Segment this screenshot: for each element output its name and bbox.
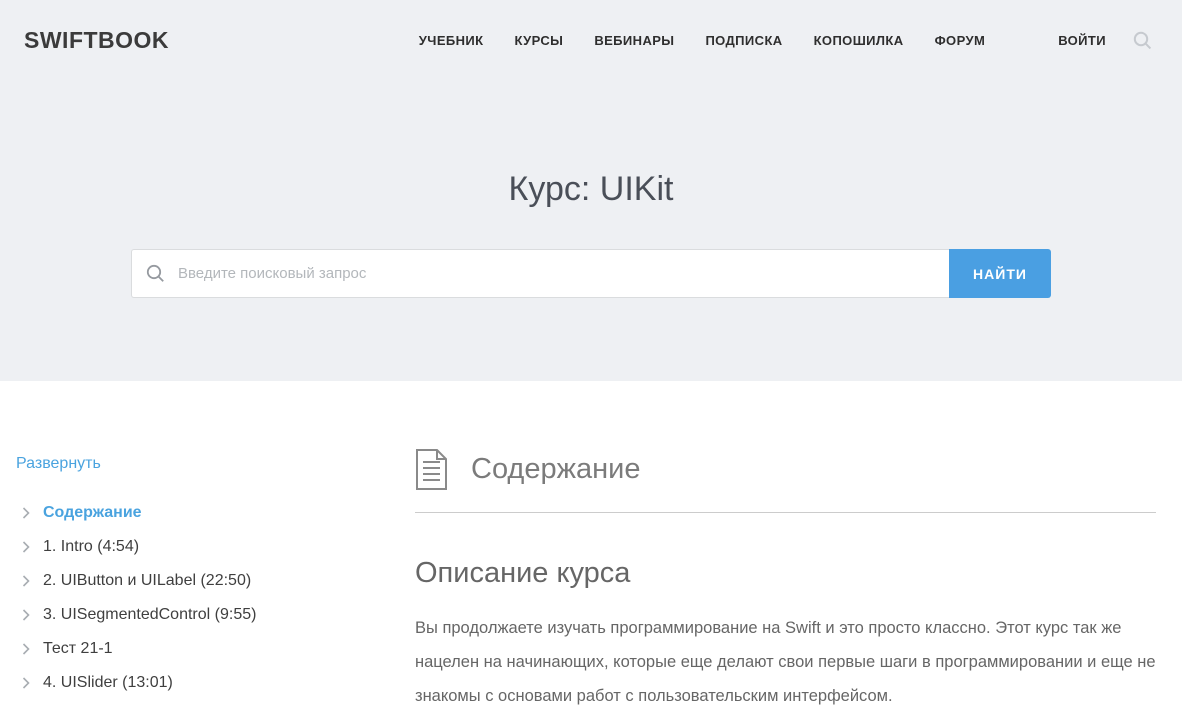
header-search-icon[interactable] <box>1133 31 1152 50</box>
toc-item-test-21-1[interactable]: Тест 21-1 <box>22 640 395 657</box>
chevron-right-icon <box>22 575 30 587</box>
content: Развернуть Содержание 1. Intro (4:54) 2.… <box>0 381 1182 713</box>
header: SWIFTBOOK УЧЕБНИК КУРСЫ ВЕБИНАРЫ ПОДПИСК… <box>0 0 1182 80</box>
chevron-right-icon <box>22 677 30 689</box>
toc-item-label: Содержание <box>43 504 142 522</box>
nav-item-uchebnik[interactable]: УЧЕБНИК <box>419 33 484 48</box>
chevron-right-icon <box>22 541 30 553</box>
toc-item-label: 3. UISegmentedControl (9:55) <box>43 606 256 624</box>
logo[interactable]: SWIFTBOOK <box>24 27 169 54</box>
toc-item-uibutton-uilabel[interactable]: 2. UIButton и UILabel (22:50) <box>22 572 395 589</box>
divider <box>415 512 1156 513</box>
nav-item-vebinary[interactable]: ВЕБИНАРЫ <box>594 33 674 48</box>
document-icon <box>415 448 448 491</box>
login-button[interactable]: ВОЙТИ <box>1058 33 1106 48</box>
toc-item-label: 4. UISlider (13:01) <box>43 674 173 692</box>
magnifier-icon <box>146 264 165 283</box>
course-description-heading: Описание курса <box>415 557 1156 590</box>
main-content: Содержание Описание курса Вы продолжаете… <box>415 381 1182 713</box>
search-input-wrap <box>131 249 949 298</box>
chevron-right-icon <box>22 643 30 655</box>
nav-item-forum[interactable]: ФОРУМ <box>935 33 986 48</box>
nav-item-koposhilka[interactable]: КОПОШИЛКА <box>814 33 904 48</box>
sidebar: Развернуть Содержание 1. Intro (4:54) 2.… <box>0 381 415 708</box>
chevron-right-icon <box>22 609 30 621</box>
toc-item-label: 1. Intro (4:54) <box>43 538 139 556</box>
course-description-text: Вы продолжаете изучать программирование … <box>415 611 1156 713</box>
section-title: Содержание <box>471 453 640 486</box>
nav-item-podpiska[interactable]: ПОДПИСКА <box>705 33 782 48</box>
expand-all-link[interactable]: Развернуть <box>16 455 101 473</box>
top-area: SWIFTBOOK УЧЕБНИК КУРСЫ ВЕБИНАРЫ ПОДПИСК… <box>0 0 1182 381</box>
search-input[interactable] <box>176 264 935 283</box>
toc-item-uislider[interactable]: 4. UISlider (13:01) <box>22 674 395 691</box>
main-nav: УЧЕБНИК КУРСЫ ВЕБИНАРЫ ПОДПИСКА КОПОШИЛК… <box>388 31 1152 50</box>
toc-item-label: 2. UIButton и UILabel (22:50) <box>43 572 251 590</box>
toc-item-label: Тест 21-1 <box>43 640 113 658</box>
table-of-contents: Содержание 1. Intro (4:54) 2. UIButton и… <box>16 504 395 691</box>
toc-item-intro[interactable]: 1. Intro (4:54) <box>22 538 395 555</box>
course-search-bar: НАЙТИ <box>131 249 1051 298</box>
chevron-right-icon <box>22 507 30 519</box>
nav-item-kursy[interactable]: КУРСЫ <box>515 33 564 48</box>
search-submit-button[interactable]: НАЙТИ <box>949 249 1051 298</box>
toc-item-soderzhanie[interactable]: Содержание <box>22 504 395 521</box>
section-head: Содержание <box>415 448 1156 491</box>
page-title: Курс: UIKit <box>0 80 1182 209</box>
toc-item-uisegmentedcontrol[interactable]: 3. UISegmentedControl (9:55) <box>22 606 395 623</box>
